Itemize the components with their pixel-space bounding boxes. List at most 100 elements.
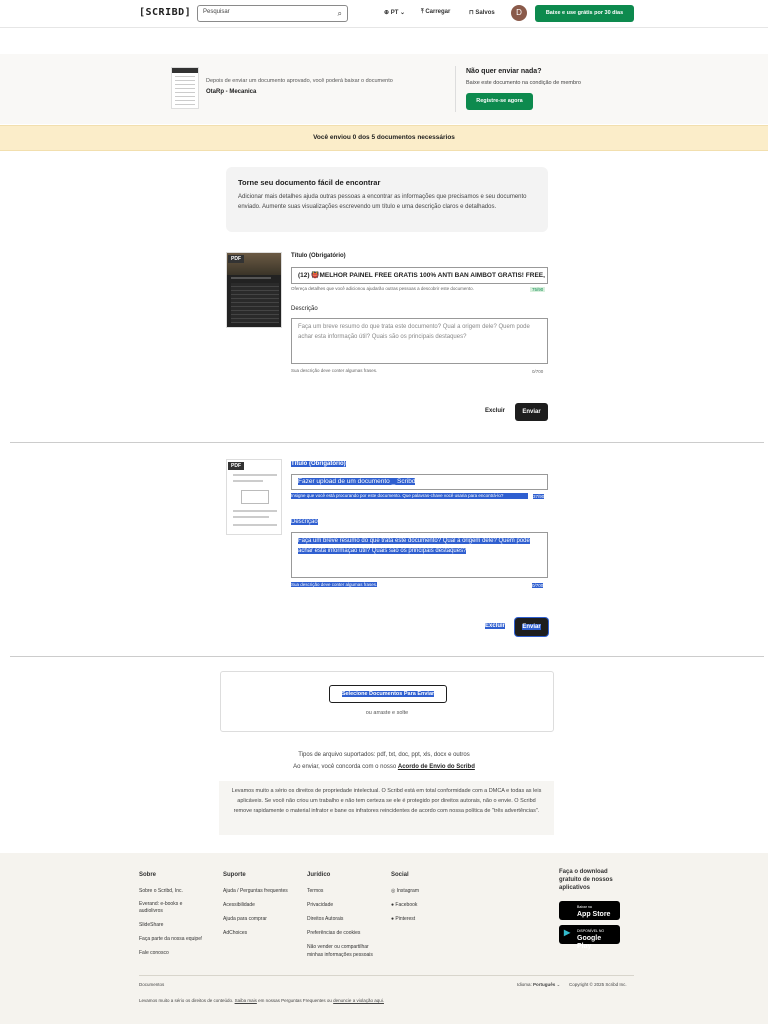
pdf-badge: PDF: [228, 462, 244, 470]
tip-title: Torne seu documento fácil de encontrar: [238, 178, 381, 187]
appstore-label: App Store: [577, 911, 611, 918]
doc1-send-button[interactable]: Enviar: [515, 403, 548, 421]
avatar[interactable]: D: [511, 5, 527, 21]
footer-about-title: Sobre: [139, 872, 157, 878]
footer-divider: [139, 975, 634, 976]
google-play-button[interactable]: ▶ DISPONÍVEL NO Google Play: [559, 925, 620, 950]
tip-text: Adicionar mais detalhes ajuda outras pes…: [238, 194, 527, 210]
document-thumbnail: [171, 67, 199, 109]
search-icon[interactable]: ⌕: [338, 9, 342, 19]
footer-link[interactable]: SlideShare: [139, 918, 219, 932]
footer-support-title: Suporte: [223, 872, 246, 878]
footer-link[interactable]: Não vender ou compartilhar minhas inform…: [307, 943, 383, 959]
doc2-title-count: 37/90: [533, 494, 545, 499]
doc1-delete-button[interactable]: Excluir: [485, 408, 505, 414]
doc2-title-input[interactable]: Fazer upload de um documento _ Scribd: [291, 474, 548, 490]
footer-social-title: Social: [391, 872, 409, 878]
footer-social: Social ◎ Instagram ● Facebook ● Pinteres…: [391, 868, 471, 926]
tip-box: Torne seu documento fácil de encontrar A…: [226, 167, 548, 232]
select-documents-label: Selecione Documentos Para Enviar: [341, 691, 435, 697]
doc1-title-hint: Ofereça detalhes que você adicionou ajud…: [291, 286, 474, 291]
upload-dropzone[interactable]: Selecione Documentos Para Enviar ou arra…: [220, 671, 554, 732]
saved-link[interactable]: ⊓ Salvos: [469, 9, 495, 16]
doc1-title-count: 75/90: [530, 287, 546, 292]
footer-legal: Jurídico Termos Privacidade Direitos Aut…: [307, 868, 383, 959]
social-label: Facebook: [395, 902, 418, 908]
app-download-title: Faça o download gratuito de nossos aplic…: [559, 869, 613, 891]
agreement-link[interactable]: Acordo de Envio do Scribd: [398, 764, 475, 770]
social-label: Instagram: [396, 888, 419, 894]
doc2-description-input[interactable]: Faça um breve resumo do que trata este d…: [291, 532, 548, 578]
doc2-desc-count: 0/700: [532, 583, 544, 588]
doc1-desc-hint: Sua descrição deve conter algumas frases…: [291, 368, 378, 373]
language-label: Idioma:: [517, 982, 532, 987]
divider: [10, 442, 764, 443]
doc2-title-hint: Insigne que você está procurando por est…: [291, 493, 528, 499]
footer-bottom-text: Levamos muito a sério os direitos de con…: [139, 998, 384, 1003]
documents-link[interactable]: Documentos: [139, 982, 164, 987]
download-info-section: Depois de enviar um documento aprovado, …: [0, 54, 768, 124]
footer-link[interactable]: Sobre o Scribd, Inc.: [139, 884, 219, 898]
doc1-description-input[interactable]: Faça um breve resumo do que trata este d…: [291, 318, 548, 364]
top-header: [SCRIBD] Pesquisar ⌕ ⊕ PT ⌄ ⤒ Carregar ⊓…: [0, 0, 768, 28]
scribd-logo[interactable]: [SCRIBD]: [139, 7, 191, 18]
bottom-mid: em nossas Perguntas Frequentes ou: [258, 998, 332, 1003]
copyright: Copyright © 2025 Scribd Inc.: [569, 982, 627, 987]
copyright-notice: Levamos muito a sério os direitos de pro…: [219, 781, 554, 835]
document-title: OtaRp - Mecanica: [206, 89, 257, 95]
footer-support: Suporte Ajuda / Perguntas frequentes Ace…: [223, 868, 303, 940]
doc2-delete-button[interactable]: Excluir: [485, 623, 506, 629]
language-selector-footer[interactable]: Idioma: Português ⌄: [517, 982, 560, 988]
upload-link[interactable]: ⤒ Carregar: [421, 9, 450, 16]
footer-link[interactable]: Acessibilidade: [223, 898, 303, 912]
footer-link[interactable]: Termos: [307, 884, 383, 898]
learn-more-link[interactable]: Saiba mais: [235, 998, 257, 1003]
app-store-button[interactable]: Baixar na App Store: [559, 901, 620, 920]
doc1-title-input[interactable]: (12) 👹MELHOR PAINEL FREE GRATIS 100% ANT…: [291, 267, 548, 284]
free-trial-button[interactable]: Baixe e use grátis por 30 dias: [535, 5, 634, 22]
footer-link[interactable]: Privacidade: [307, 898, 383, 912]
supported-types: Tipos de arquivo suportados: pdf, txt, d…: [0, 749, 768, 773]
upload-progress-banner: Você enviou 0 dos 5 documentos necessári…: [0, 125, 768, 151]
footer-link[interactable]: Ajuda / Perguntas frequentes: [223, 884, 303, 898]
pinterest-link[interactable]: ● Pinterest: [391, 912, 471, 926]
upload-label: Carregar: [425, 9, 451, 15]
doc1-desc-label: Descrição: [291, 306, 318, 312]
report-violation-link[interactable]: denuncie a violação aqui.: [333, 998, 384, 1003]
doc2-title-value: Fazer upload de um documento _ Scribd: [298, 478, 416, 485]
drag-drop-text: ou arraste e solte: [365, 710, 409, 716]
footer-legal-title: Jurídico: [307, 872, 331, 878]
footer-link[interactable]: Fale conosco: [139, 946, 219, 960]
info-text: Depois de enviar um documento aprovado, …: [206, 78, 393, 84]
doc1-title-label: Título (Obrigatório): [291, 253, 346, 259]
doc2-send-button[interactable]: Enviar: [515, 618, 548, 636]
bottom-text: Levamos muito a sério os direitos de con…: [139, 998, 234, 1003]
no-send-text: Baixe este documento na condição de memb…: [466, 80, 581, 86]
footer-link[interactable]: Ajuda para comprar: [223, 912, 303, 926]
chevron-down-icon: ⌄: [555, 982, 561, 987]
search-placeholder: Pesquisar: [203, 9, 230, 15]
agreement-line: Ao enviar, você concorda com o nosso Aco…: [0, 761, 768, 773]
saved-label: Salvos: [475, 10, 495, 16]
footer-link[interactable]: Preferências de cookies: [307, 926, 383, 940]
chevron-down-icon: ⌄: [398, 10, 406, 16]
footer-link[interactable]: AdChoices: [223, 926, 303, 940]
footer-about: Sobre Sobre o Scribd, Inc. Everand: e-bo…: [139, 868, 219, 960]
search-input[interactable]: Pesquisar ⌕: [197, 5, 348, 22]
agreement-text: Ao enviar, você concorda com o nosso: [293, 764, 397, 770]
instagram-link[interactable]: ◎ Instagram: [391, 884, 471, 898]
footer-link[interactable]: Everand: e-books e audiolivros: [139, 901, 199, 915]
doc2-send-label: Enviar: [522, 624, 541, 630]
doc1-thumbnail: PDF: [226, 252, 282, 328]
select-documents-button[interactable]: Selecione Documentos Para Enviar: [329, 685, 447, 703]
doc2-title-label: Título (Obrigatório): [291, 461, 346, 467]
register-button[interactable]: Registre-se agora: [466, 93, 533, 110]
doc1-desc-count: 0/700: [532, 369, 544, 374]
footer-link[interactable]: Direitos Autorais: [307, 912, 383, 926]
facebook-link[interactable]: ● Facebook: [391, 898, 471, 912]
language-selector[interactable]: ⊕ PT ⌄: [384, 9, 405, 16]
footer-link[interactable]: Faça parte da nossa equipe!: [139, 932, 219, 946]
footer: Sobre Sobre o Scribd, Inc. Everand: e-bo…: [0, 853, 768, 1024]
google-play-icon: ▶: [564, 928, 571, 937]
googleplay-label: Google Play: [577, 935, 602, 950]
